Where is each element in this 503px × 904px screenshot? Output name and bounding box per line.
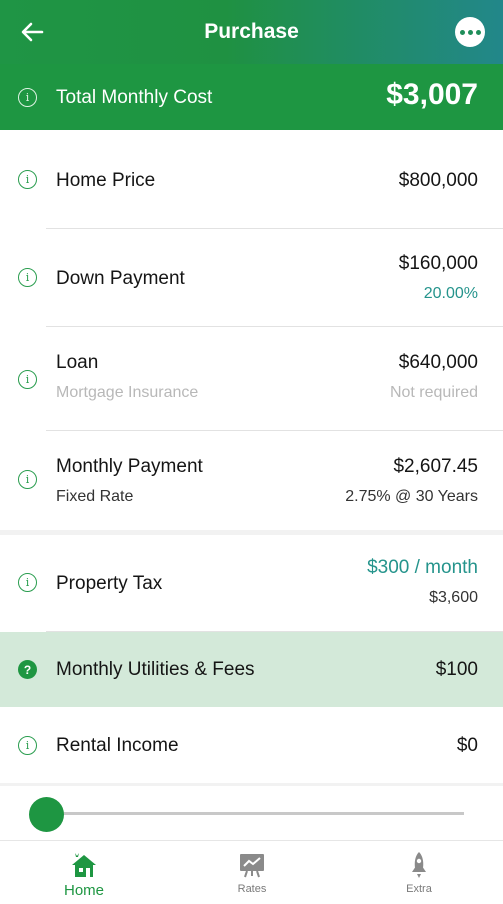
mortgage-insurance-value: Not required — [389, 384, 478, 401]
bottom-navigation: Home Rates Extra — [0, 840, 503, 904]
loan-row[interactable]: i Loan Mortgage Insurance $640,000 Not r… — [0, 327, 503, 431]
presentation-chart-icon — [240, 854, 264, 878]
down-payment-label: Down Payment — [56, 268, 185, 289]
down-payment-row[interactable]: i Down Payment $160,000 20.00% — [0, 229, 503, 327]
monthly-payment-row[interactable]: i Monthly Payment Fixed Rate $2,607.45 2… — [0, 431, 503, 530]
mortgage-card: i Home Price $800,000 i Down Payment $16… — [0, 130, 503, 530]
info-icon[interactable]: i — [18, 573, 37, 592]
tab-home[interactable]: Home — [0, 841, 168, 904]
property-tax-row[interactable]: i Property Tax $300 / month $3,600 — [0, 535, 503, 631]
rental-income-row[interactable]: i Rental Income $0 — [0, 707, 503, 783]
rate-term-value: 2.75% @ 30 Years — [345, 488, 478, 505]
loan-label: Loan — [56, 352, 99, 373]
utilities-fees-row[interactable]: ? Monthly Utilities & Fees $100 — [0, 632, 503, 707]
info-icon[interactable]: i — [18, 736, 37, 755]
info-icon[interactable]: i — [18, 370, 37, 389]
home-icon — [72, 853, 96, 877]
info-icon[interactable]: i — [18, 88, 37, 107]
mortgage-insurance-label: Mortgage Insurance — [56, 384, 199, 401]
home-price-value: $800,000 — [398, 170, 478, 191]
loan-value: $640,000 — [398, 352, 478, 373]
down-payment-value: $160,000 — [398, 253, 478, 274]
property-tax-annual-value: $3,600 — [429, 589, 478, 606]
slider-thumb[interactable] — [28, 797, 64, 832]
page-title: Purchase — [204, 20, 299, 43]
property-tax-label: Property Tax — [56, 573, 163, 594]
monthly-payment-value: $2,607.45 — [393, 456, 478, 477]
home-price-label: Home Price — [56, 170, 156, 191]
utilities-fees-label: Monthly Utilities & Fees — [56, 659, 255, 680]
property-tax-monthly-value: $300 / month — [367, 557, 478, 578]
down-payment-percent: 20.00% — [423, 285, 478, 302]
slider-track[interactable] — [46, 812, 464, 815]
info-icon[interactable]: i — [18, 268, 37, 287]
total-label: Total Monthly Cost — [56, 87, 213, 108]
back-arrow-icon[interactable] — [18, 18, 46, 46]
fixed-rate-label: Fixed Rate — [56, 488, 134, 505]
rental-income-value: $0 — [456, 735, 478, 756]
more-options-icon[interactable] — [455, 17, 485, 47]
help-icon[interactable]: ? — [18, 660, 37, 679]
tab-extra[interactable]: Extra — [335, 841, 503, 904]
rental-income-label: Rental Income — [56, 735, 179, 756]
tab-rates[interactable]: Rates — [168, 841, 336, 904]
monthly-payment-label: Monthly Payment — [56, 456, 203, 477]
total-monthly-cost-bar: i Total Monthly Cost $3,007 — [0, 64, 503, 130]
utilities-fees-value: $100 — [435, 659, 478, 680]
home-price-row[interactable]: i Home Price $800,000 — [0, 130, 503, 228]
tab-extra-label: Extra — [406, 883, 432, 895]
tab-home-label: Home — [63, 882, 104, 899]
info-icon[interactable]: i — [18, 170, 37, 189]
tab-rates-label: Rates — [237, 883, 267, 895]
rocket-icon — [412, 852, 426, 878]
app-bar: Purchase — [0, 0, 503, 64]
slider-area — [0, 786, 503, 840]
total-value: $3,007 — [386, 78, 478, 111]
info-icon[interactable]: i — [18, 470, 37, 489]
